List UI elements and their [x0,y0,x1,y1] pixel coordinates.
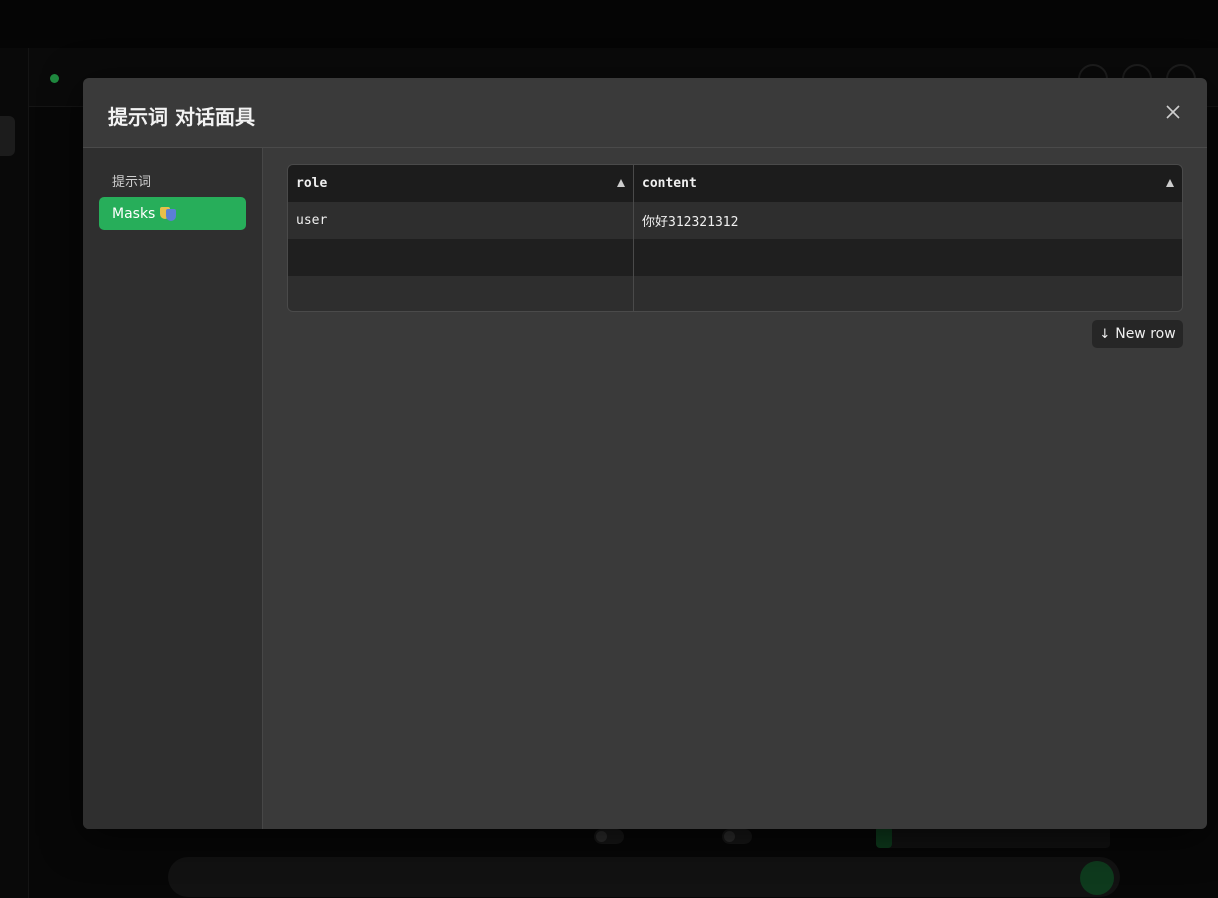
background-rail-active-item [0,116,15,156]
column-header-label: role [296,176,328,191]
background-left-rail [0,48,29,898]
sidebar-section-label[interactable]: 提示词 [112,171,151,190]
grid-cell-role[interactable]: user [288,202,634,239]
close-button[interactable] [1161,100,1185,124]
sidebar-item-label: Masks [112,205,156,222]
background-send-button [1080,861,1114,895]
column-header-label: content [642,176,697,191]
modal-header: 提示词 对话面具 [83,78,1207,148]
table-row: user 你好312321312 [288,202,1182,239]
column-header-content[interactable]: content [634,165,1182,202]
sidebar-item-masks[interactable]: Masks [99,197,246,230]
close-icon [1166,105,1180,119]
column-header-role[interactable]: role [288,165,634,202]
prompt-mask-modal: 提示词 对话面具 提示词 Masks role content user 你好3… [83,78,1207,829]
grid-cell-role[interactable] [288,276,634,311]
background-toggle [722,829,752,844]
grid-cell-content[interactable] [634,239,1182,276]
background-topbar [0,0,1218,48]
sort-ascending-icon[interactable] [617,179,625,187]
table-row [288,276,1182,311]
arrow-down-icon: ↓ [1099,326,1111,342]
background-toolbar [170,826,1110,848]
new-row-label: New row [1115,326,1176,342]
background-toggle [594,829,624,844]
new-row-button[interactable]: ↓ New row [1092,320,1183,348]
background-knowledge-select [876,826,1110,848]
modal-title: 提示词 对话面具 [108,105,255,129]
background-status-dot [50,74,59,83]
grid-cell-role[interactable] [288,239,634,276]
mask-data-grid: role content user 你好312321312 [287,164,1183,312]
background-chat-input [168,857,1120,897]
grid-cell-content[interactable] [634,276,1182,311]
sort-ascending-icon[interactable] [1166,179,1174,187]
table-row [288,239,1182,276]
performing-arts-mask-icon [160,206,177,222]
background-knowledge-tag [876,826,892,848]
modal-sidebar: 提示词 Masks [83,148,263,829]
grid-cell-content[interactable]: 你好312321312 [634,202,1182,239]
grid-header-row: role content [288,165,1182,202]
